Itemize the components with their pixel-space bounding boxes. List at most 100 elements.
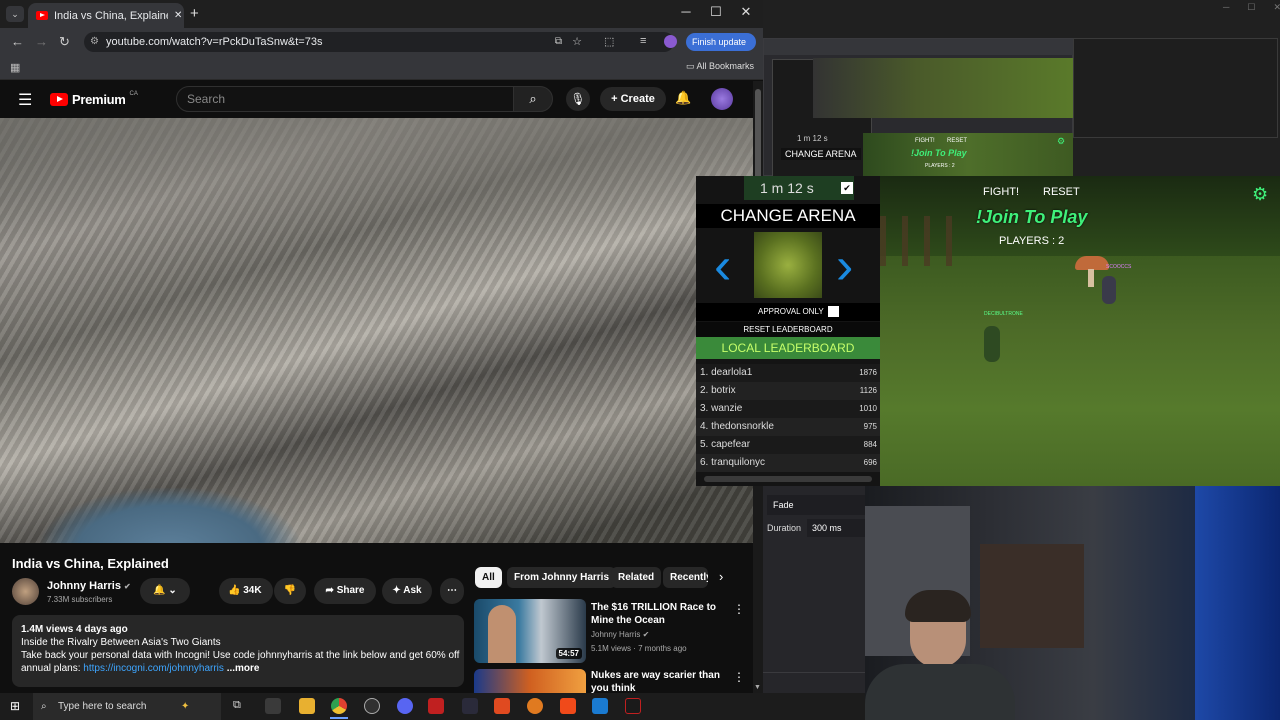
chip-related[interactable]: Related	[611, 567, 662, 588]
more-actions-button[interactable]: ⋯	[440, 578, 464, 604]
notifications-bell-icon[interactable]: 🔔	[675, 90, 691, 106]
chevron-right-icon[interactable]: ›	[719, 569, 723, 584]
profile-avatar[interactable]	[664, 35, 677, 48]
finish-update-button[interactable]: Finish update ⋮	[686, 33, 756, 65]
tab-title: India vs China, Explained - You	[54, 9, 168, 22]
discord-icon[interactable]	[397, 698, 413, 714]
all-bookmarks-button[interactable]: ▭ All Bookmarks	[686, 61, 754, 72]
app-xbox-icon[interactable]	[265, 698, 281, 714]
windows-start-icon[interactable]: ⊞	[10, 699, 20, 713]
site-info-icon[interactable]: ⚙	[90, 32, 99, 52]
duration-input[interactable]: 300 ms	[807, 519, 865, 537]
account-avatar[interactable]	[711, 88, 733, 110]
leaderboard-scrollbar[interactable]	[704, 476, 872, 482]
mirror-fight: FIGHT!	[915, 138, 935, 144]
fight-button[interactable]: FIGHT!	[983, 186, 1019, 198]
recommendation-thumbnail-2[interactable]	[474, 669, 586, 693]
cam-person-hair	[905, 590, 971, 622]
file-explorer-icon[interactable]	[299, 698, 315, 714]
settings-gear-icon[interactable]: ⚙	[1252, 184, 1268, 205]
mic-icon[interactable]: 🎙	[566, 87, 590, 111]
app-dark-icon[interactable]	[625, 698, 641, 714]
tab-close-icon[interactable]: ✕	[174, 10, 182, 21]
task-view-icon[interactable]: ⧉	[233, 699, 241, 712]
maximize-button[interactable]: ☐	[701, 4, 731, 20]
close-button[interactable]: ✕	[731, 4, 761, 20]
thumbnail-person	[488, 605, 516, 663]
cam-person-body	[865, 664, 1015, 720]
app-x-icon[interactable]	[462, 698, 478, 714]
chrome-icon[interactable]	[331, 698, 347, 714]
vscode-icon[interactable]	[592, 698, 608, 714]
share-button[interactable]: ➦ Share	[314, 578, 376, 604]
change-arena-title: CHANGE ARENA	[696, 204, 880, 228]
app-red-icon[interactable]	[428, 698, 444, 714]
player-2-character	[1102, 276, 1116, 304]
transition-select[interactable]: Fade	[767, 495, 865, 515]
reload-icon[interactable]: ↻	[59, 34, 70, 50]
youtube-logo[interactable]: Premium CA	[50, 91, 138, 107]
plus-icon: +	[611, 93, 621, 105]
description-line3: annual plans: https://incogni.com/johnny…	[21, 662, 259, 675]
search-input[interactable]: Search	[176, 86, 514, 112]
extensions-icon[interactable]: ⬚	[604, 35, 614, 48]
channel-avatar[interactable]	[12, 578, 39, 605]
bookmark-star-icon[interactable]: ☆	[572, 32, 582, 52]
lb-score: 1126	[859, 386, 877, 395]
url-field[interactable]: ⚙ youtube.com/watch?v=rPckDuTaSnw&t=73s …	[84, 32, 674, 52]
minimize-button[interactable]: ─	[671, 4, 701, 19]
video-player[interactable]	[0, 118, 753, 543]
arena-prev-arrow-icon[interactable]: ‹	[714, 240, 731, 292]
approval-only-label: APPROVAL ONLY	[758, 307, 824, 316]
approval-only-checkbox[interactable]	[828, 306, 839, 317]
menu-hamburger-icon[interactable]: ☰	[18, 90, 32, 110]
like-button[interactable]: 👍 34K	[219, 578, 273, 604]
ask-button[interactable]: ✦ Ask	[382, 578, 432, 604]
mirror-reset: RESET	[947, 138, 968, 144]
lb-rank: 1.	[700, 367, 709, 378]
apps-grid-icon[interactable]: ▦	[10, 61, 20, 74]
bell-icon: 🔔	[153, 585, 166, 596]
reset-button[interactable]: RESET	[1043, 186, 1080, 198]
cam-blue-light	[1195, 486, 1280, 720]
tab-youtube[interactable]: India vs China, Explained - You ✕	[28, 3, 184, 28]
chip-from-channel[interactable]: From Johnny Harris	[507, 567, 617, 588]
create-button[interactable]: + Create	[600, 87, 666, 111]
lb-name: wanzie	[711, 403, 743, 414]
media-icon[interactable]: ≡	[640, 35, 646, 47]
channel-name[interactable]: Johnny Harris ✔	[47, 580, 131, 592]
back-icon[interactable]: ←	[11, 34, 24, 49]
recommendation-channel: Johnny Harris ✔	[591, 630, 649, 639]
taskbar-search-icon: ⌕	[41, 701, 47, 712]
lb-name: capefear	[711, 439, 751, 450]
description-box[interactable]: 1.4M views 4 days ago Inside the Rivalry…	[12, 615, 464, 687]
dislike-button[interactable]: 👎	[274, 578, 306, 604]
recommendation-more-icon-2[interactable]: ⋮	[733, 670, 745, 684]
new-tab-button[interactable]: +	[190, 5, 199, 22]
blender-icon[interactable]	[527, 698, 543, 714]
chip-all[interactable]: All	[475, 567, 502, 588]
subscribe-bell-button[interactable]: 🔔 ⌄	[140, 578, 190, 604]
obs-icon[interactable]	[364, 698, 380, 714]
forward-icon[interactable]: →	[35, 34, 48, 49]
recommendation-title[interactable]: The $16 TRILLION Race to Mine the Ocean	[591, 601, 731, 627]
incogni-link[interactable]: https://incogni.com/johnnyharris	[83, 663, 224, 674]
recommendation-more-icon[interactable]: ⋮	[733, 602, 745, 616]
more-link[interactable]: ...more	[227, 663, 260, 674]
reset-leaderboard-button[interactable]: RESET LEADERBOARD	[696, 322, 880, 337]
brave-icon[interactable]	[560, 698, 576, 714]
chip-recently[interactable]: Recently	[663, 567, 708, 588]
app-orange-icon[interactable]	[494, 698, 510, 714]
timer-checkbox[interactable]: ✔	[841, 182, 853, 194]
mushroom-stem	[1088, 269, 1094, 287]
recommendation-thumbnail[interactable]: 54:57	[474, 599, 586, 663]
verified-icon: ✔	[124, 582, 131, 591]
scroll-down-icon[interactable]: ▼	[754, 684, 761, 691]
recommendation-title-2[interactable]: Nukes are way scarier than you think	[591, 669, 731, 693]
taskbar-search[interactable]: ⌕ Type here to search ✦	[33, 693, 221, 720]
search-icon[interactable]: ⌕	[513, 86, 553, 112]
cam-wall-art	[980, 544, 1084, 648]
arena-next-arrow-icon[interactable]: ›	[836, 240, 853, 292]
install-icon[interactable]: ⧉	[555, 32, 562, 52]
tab-search-button[interactable]: ⌄	[6, 6, 24, 22]
